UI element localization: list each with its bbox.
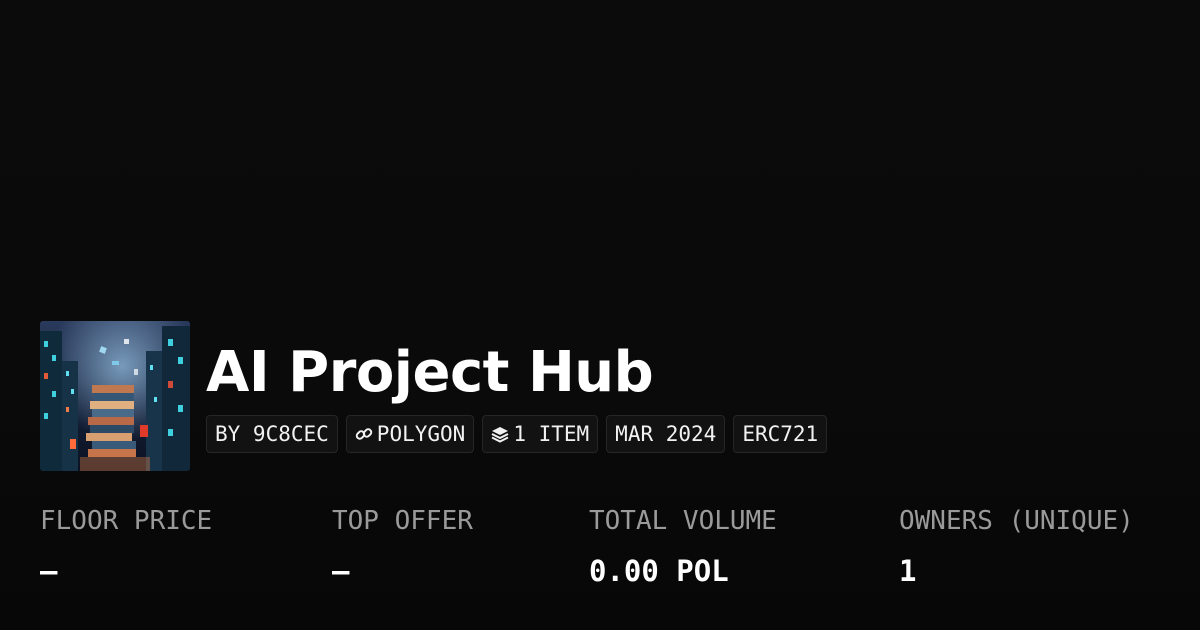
stat-label: OWNERS (UNIQUE)	[899, 506, 1134, 536]
stat-total-volume: TOTAL VOLUME 0.00 POL	[589, 503, 777, 591]
token-standard-badge-label: ERC721	[742, 422, 819, 446]
collection-info: AI Project Hub BY 9C8CEC POLYGON 1 ITEM …	[206, 321, 828, 453]
created-date-badge-label: MAR 2024	[615, 422, 717, 446]
stat-value: 0.00 POL	[589, 554, 729, 588]
chain-badge[interactable]: POLYGON	[345, 415, 475, 453]
collection-thumbnail[interactable]	[40, 321, 190, 471]
stat-value: –	[332, 554, 350, 588]
collection-header: AI Project Hub BY 9C8CEC POLYGON 1 ITEM …	[40, 321, 828, 471]
layers-icon	[491, 425, 509, 443]
stat-value: 1	[899, 554, 917, 588]
stat-label: FLOOR PRICE	[40, 506, 213, 536]
collection-badges: BY 9C8CEC POLYGON 1 ITEM MAR 2024 ERC721	[206, 415, 828, 453]
token-standard-badge[interactable]: ERC721	[733, 415, 828, 453]
stat-label: TOTAL VOLUME	[589, 506, 777, 536]
stat-value: –	[40, 554, 58, 588]
stat-top-offer: TOP OFFER –	[332, 503, 473, 591]
collection-title: AI Project Hub	[206, 340, 654, 405]
link-icon	[355, 425, 373, 443]
stat-floor-price: FLOOR PRICE –	[40, 503, 212, 591]
items-badge-label: 1 ITEM	[513, 422, 590, 446]
created-date-badge[interactable]: MAR 2024	[606, 415, 726, 453]
stat-label: TOP OFFER	[332, 506, 473, 536]
items-badge[interactable]: 1 ITEM	[482, 415, 599, 453]
stat-owners-unique: OWNERS (UNIQUE) 1	[899, 503, 1134, 591]
collection-artwork-image	[40, 321, 190, 471]
creator-badge-label: BY 9C8CEC	[215, 422, 329, 446]
chain-badge-label: POLYGON	[376, 422, 466, 446]
collection-stats: FLOOR PRICE – TOP OFFER – TOTAL VOLUME 0…	[40, 503, 1180, 603]
collection-card: AI Project Hub BY 9C8CEC POLYGON 1 ITEM …	[0, 0, 1200, 630]
creator-badge[interactable]: BY 9C8CEC	[206, 415, 338, 453]
